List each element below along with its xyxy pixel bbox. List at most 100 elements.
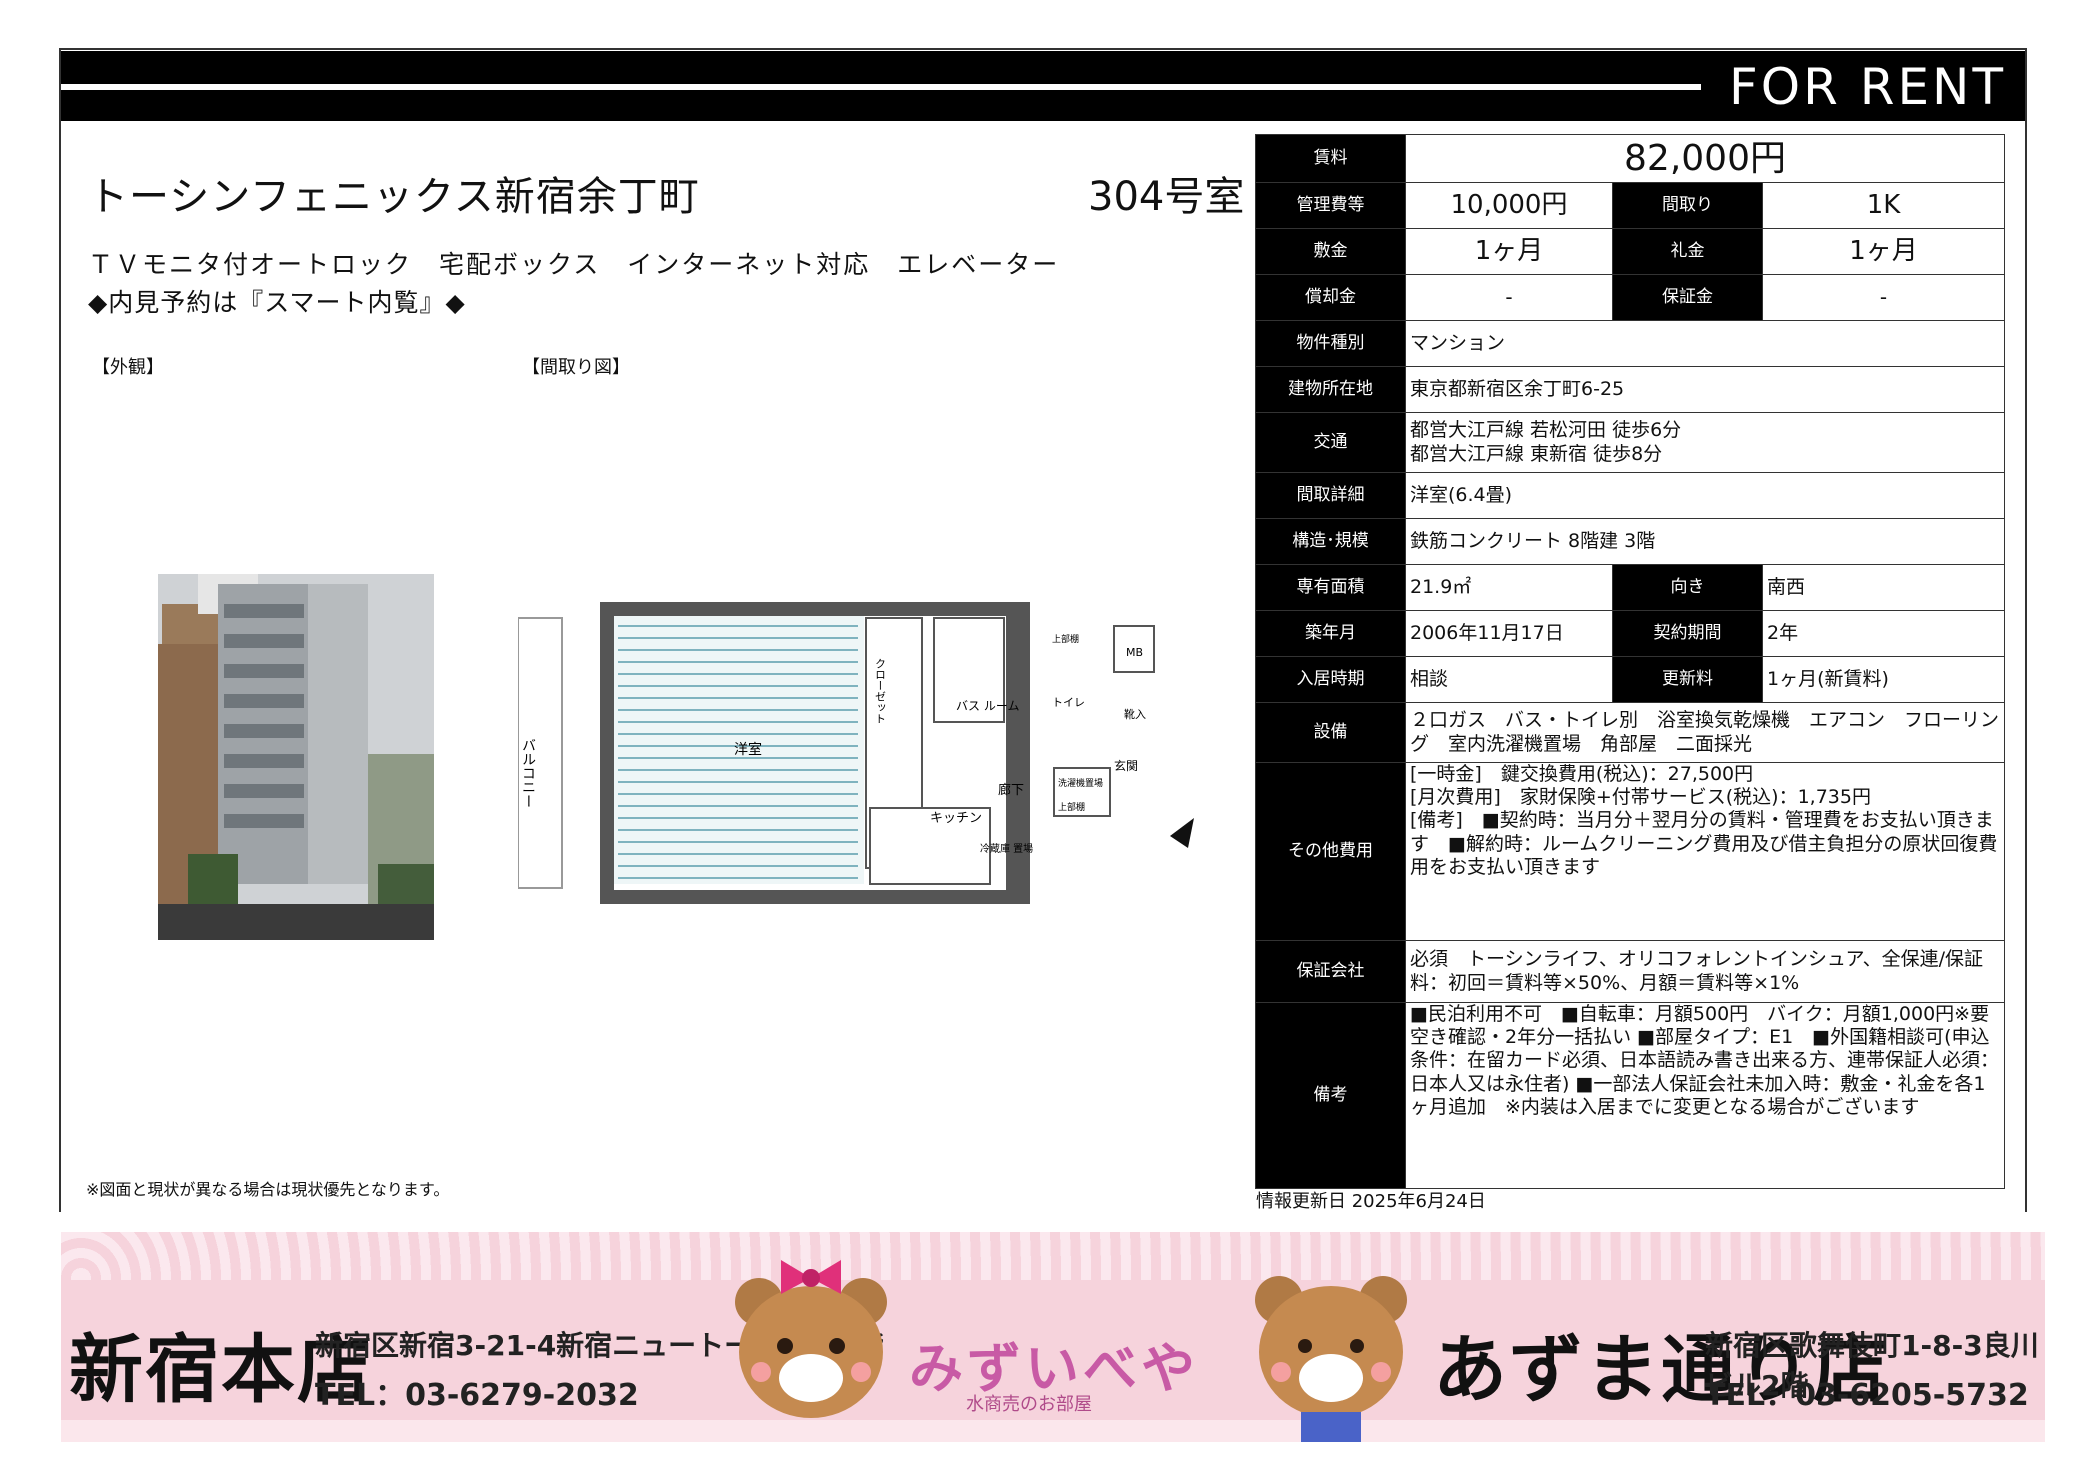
- bath-label: バス ルーム: [956, 699, 1019, 713]
- contract-value: 2年: [1762, 610, 2005, 657]
- address-value: 東京都新宿区余丁町6-25: [1405, 366, 2005, 413]
- floorplan-diagram: バルコニー 洋室 クローゼット バス ルーム トイレ 上部棚 MB 靴入 玄関 …: [518, 602, 1194, 904]
- contract-label: 契約期間: [1612, 610, 1763, 657]
- guarantee-label: 保証金: [1612, 274, 1763, 321]
- spec-row-remarks: 備考 ■民泊利用不可 ■自転車：月額500円 バイク：月額1,000円※要空き確…: [1255, 1002, 2005, 1189]
- direction-label: 向き: [1612, 564, 1763, 611]
- spec-row-type: 物件種別 マンション: [1255, 320, 2005, 367]
- transport-value: 都営大江戸線 若松河田 徒歩6分 都営大江戸線 東新宿 徒歩8分: [1405, 412, 2005, 473]
- address-label: 建物所在地: [1255, 366, 1406, 413]
- transport-line-1: 都営大江戸線 若松河田 徒歩6分: [1410, 419, 1682, 442]
- spec-row-rent: 賃料 82,000円: [1255, 134, 2005, 183]
- for-rent-title: FOR RENT: [1728, 58, 2006, 116]
- shoe-box-label: 靴入: [1124, 707, 1146, 721]
- rent-value: 82,000円: [1405, 134, 2005, 183]
- guarantee-value: -: [1762, 274, 2005, 321]
- type-label: 物件種別: [1255, 320, 1406, 367]
- western-room-label: 洋室: [734, 741, 762, 758]
- feature-list: ＴＶモニタ付オートロック 宅配ボックス インターネット対応 エレベーター: [88, 250, 1060, 279]
- entrance-label: 玄関: [1114, 758, 1138, 773]
- exterior-photo: [158, 574, 434, 940]
- upper-shelf-label-2: 上部棚: [1058, 801, 1085, 813]
- equip-value: ２口ガス バス・トイレ別 浴室換気乾燥機 エアコン フローリング 室内洗濯機置場…: [1405, 702, 2005, 763]
- spec-table: 賃料 82,000円 管理費等 10,000円 間取り 1K 敷金 1ヶ月 礼金…: [1255, 134, 2005, 1189]
- spec-row-transport: 交通 都営大江戸線 若松河田 徒歩6分 都営大江戸線 東新宿 徒歩8分: [1255, 412, 2005, 473]
- floorplan-label: 【間取り図】: [522, 357, 630, 378]
- spec-row-area: 専有面積 21.9㎡ 向き 南西: [1255, 564, 2005, 611]
- kitchen-label: キッチン: [930, 811, 982, 826]
- fee-label: 管理費等: [1255, 182, 1406, 229]
- movein-value: 相談: [1405, 656, 1613, 703]
- spec-row-fee: 管理費等 10,000円 間取り 1K: [1255, 182, 2005, 229]
- bear-mascot-left-icon: [735, 1260, 887, 1418]
- upper-shelf-label: 上部棚: [1052, 633, 1079, 645]
- spec-row-built: 築年月 2006年11月17日 契約期間 2年: [1255, 610, 2005, 657]
- built-value: 2006年11月17日: [1405, 610, 1613, 657]
- brand-tagline: 水商売のお部屋: [966, 1394, 1092, 1415]
- spec-row-guarantor: 保証会社 必須 トーシンライフ、オリコフォレントインシュア、全保連/保証料：初回…: [1255, 940, 2005, 1003]
- area-label: 専有面積: [1255, 564, 1406, 611]
- remarks-value: ■民泊利用不可 ■自転車：月額500円 バイク：月額1,000円※要空き確認・2…: [1405, 1002, 2005, 1189]
- spec-row-deposit: 敷金 1ヶ月 礼金 1ヶ月: [1255, 228, 2005, 275]
- other-line-2: [月次費用] 家財保険+付帯サービス(税込)：1,735円: [1410, 786, 1871, 809]
- banner-lace-decoration: [61, 1232, 2045, 1280]
- detail-label: 間取詳細: [1255, 472, 1406, 519]
- rent-label: 賃料: [1255, 134, 1406, 183]
- remarks-label: 備考: [1255, 1002, 1406, 1189]
- banner-stripe-decoration: [61, 1420, 2045, 1442]
- disclaimer-note: ※図面と現状が異なる場合は現状優先となります。: [86, 1180, 450, 1199]
- shop-shinjuku-tel: TEL：03-6279-2032: [315, 1378, 639, 1413]
- closet-label: クローゼット: [874, 658, 887, 724]
- spec-row-equip: 設備 ２口ガス バス・トイレ別 浴室換気乾燥機 エアコン フローリング 室内洗濯…: [1255, 702, 2005, 763]
- spec-row-movein: 入居時期 相談 更新料 1ヶ月(新賃料): [1255, 656, 2005, 703]
- balcony-label: バルコニー: [520, 738, 536, 808]
- other-value: [一時金] 鍵交換費用(税込)：27,500円 [月次費用] 家財保険+付帯サー…: [1405, 762, 2005, 941]
- washer-label: 洗濯機置場: [1058, 777, 1103, 789]
- spec-row-other: その他費用 [一時金] 鍵交換費用(税込)：27,500円 [月次費用] 家財保…: [1255, 762, 2005, 941]
- structure-label: 構造･規模: [1255, 518, 1406, 565]
- hall-label: 廊下: [998, 782, 1024, 798]
- direction-value: 南西: [1762, 564, 2005, 611]
- transport-line-2: 都営大江戸線 東新宿 徒歩8分: [1410, 442, 1663, 465]
- other-line-3: [備考] ■契約時：当月分＋翌月分の賃料・管理費をお支払い頂きます ■解約時：ル…: [1410, 809, 1998, 878]
- movein-label: 入居時期: [1255, 656, 1406, 703]
- renewal-value: 1ヶ月(新賃料): [1762, 656, 2005, 703]
- bear-mascot-right-icon: [1255, 1276, 1407, 1442]
- structure-value: 鉄筋コンクリート 8階建 3階: [1405, 518, 2005, 565]
- detail-value: 洋室(6.4畳): [1405, 472, 2005, 519]
- guarantor-value: 必須 トーシンライフ、オリコフォレントインシュア、全保連/保証料：初回＝賃料等×…: [1405, 940, 2005, 1003]
- deposit-label: 敷金: [1255, 228, 1406, 275]
- shop-azuma-tel: TEL：03-6205-5732: [1705, 1378, 2029, 1413]
- spec-row-address: 建物所在地 東京都新宿区余丁町6-25: [1255, 366, 2005, 413]
- key-money-label: 礼金: [1612, 228, 1763, 275]
- type-value: マンション: [1405, 320, 2005, 367]
- renewal-label: 更新料: [1612, 656, 1763, 703]
- viewing-note: ◆内見予約は『スマート内覧』◆: [88, 288, 466, 317]
- room-number: 304号室: [1088, 174, 1245, 220]
- mb-label: MB: [1126, 646, 1143, 659]
- key-money-value: 1ヶ月: [1762, 228, 2005, 275]
- deposit-value: 1ヶ月: [1405, 228, 1613, 275]
- toilet-label: トイレ: [1052, 696, 1085, 709]
- property-name: トーシンフェニックス新宿余丁町: [88, 174, 700, 220]
- header-rule: [61, 84, 1701, 90]
- shop-banner: 新宿本店 新宿区新宿3-21-4新宿ニュートーワビル1階 TEL：03-6279…: [61, 1232, 2045, 1442]
- amort-label: 償却金: [1255, 274, 1406, 321]
- area-value: 21.9㎡: [1405, 564, 1613, 611]
- other-line-1: [一時金] 鍵交換費用(税込)：27,500円: [1410, 763, 1754, 785]
- transport-label: 交通: [1255, 412, 1406, 473]
- exterior-label: 【外観】: [92, 357, 164, 378]
- guarantor-label: 保証会社: [1255, 940, 1406, 1003]
- equip-label: 設備: [1255, 702, 1406, 763]
- layout-label: 間取り: [1612, 182, 1763, 229]
- built-label: 築年月: [1255, 610, 1406, 657]
- updated-date: 情報更新日 2025年6月24日: [1256, 1191, 1486, 1212]
- layout-value: 1K: [1762, 182, 2005, 229]
- fee-value: 10,000円: [1405, 182, 1613, 229]
- fridge-label: 冷蔵庫 置場: [980, 842, 1033, 855]
- other-label: その他費用: [1255, 762, 1406, 941]
- spec-row-detail: 間取詳細 洋室(6.4畳): [1255, 472, 2005, 519]
- amort-value: -: [1405, 274, 1613, 321]
- spec-row-amort: 償却金 - 保証金 -: [1255, 274, 2005, 321]
- spec-row-structure: 構造･規模 鉄筋コンクリート 8階建 3階: [1255, 518, 2005, 565]
